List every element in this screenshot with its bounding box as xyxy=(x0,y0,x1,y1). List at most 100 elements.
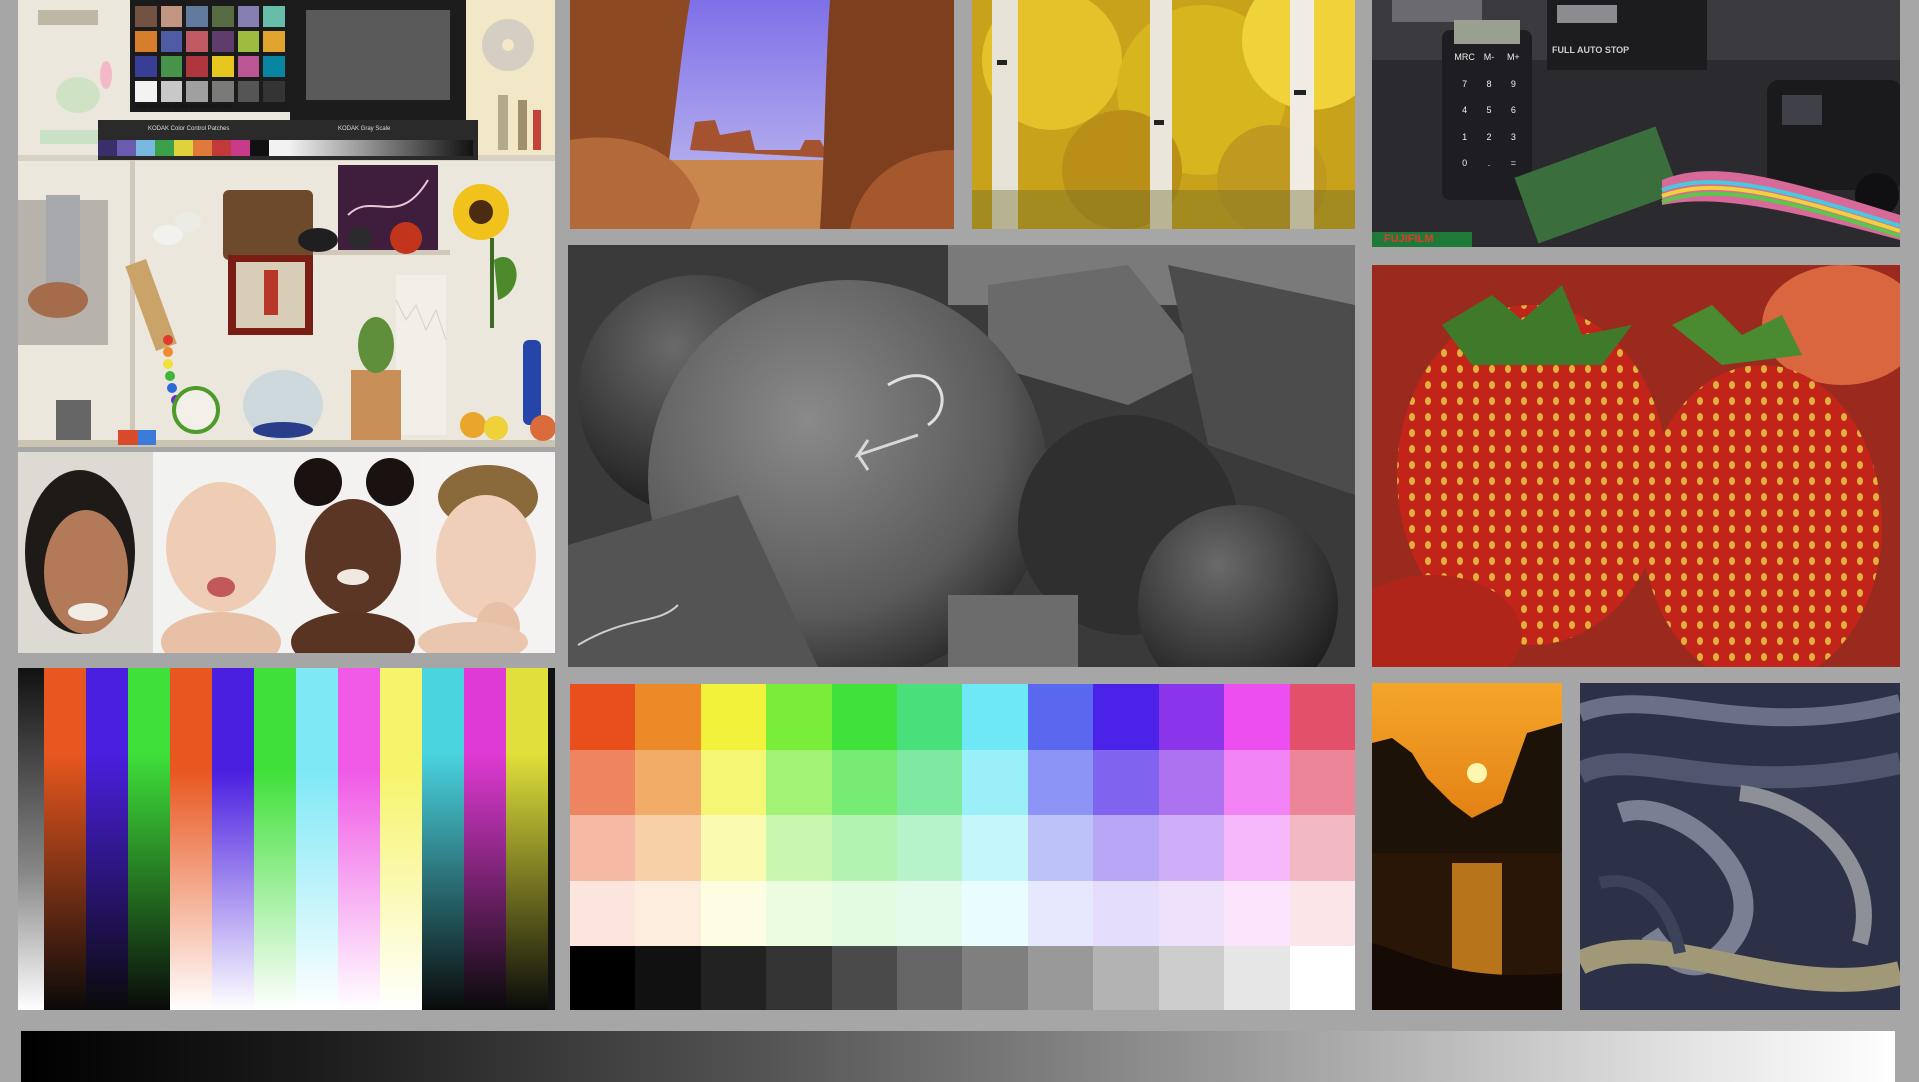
color-control-strip xyxy=(98,140,288,156)
color-bar xyxy=(296,668,338,1010)
colorchecker-patch xyxy=(211,6,234,27)
aspen-forest-photo xyxy=(972,0,1355,229)
color-bar xyxy=(212,668,254,1010)
portraits-photo xyxy=(18,452,555,653)
color-control-patch xyxy=(269,140,288,156)
still-life-photo: ColorChecker Color Rendition Chart KODAK… xyxy=(18,0,555,447)
colorchecker-patch xyxy=(263,81,285,102)
colorchecker-patch xyxy=(186,6,208,27)
color-swatch xyxy=(635,684,701,750)
calculator-key: 0 xyxy=(1462,158,1468,169)
vertical-bars-container xyxy=(18,668,555,1010)
color-control-patch xyxy=(117,140,136,156)
color-swatch xyxy=(1224,684,1290,750)
color-control-patch xyxy=(98,140,117,156)
color-swatch xyxy=(897,684,963,750)
color-swatch xyxy=(570,880,636,946)
color-swatch xyxy=(1158,880,1225,946)
colorchecker-patch xyxy=(263,6,285,27)
fujifilm-logo: FUJIFILM xyxy=(1384,233,1434,245)
calculator-keypad: MRC M- M+ 7 8 9 4 5 6 1 2 3 0. = xyxy=(1454,52,1524,182)
color-swatch xyxy=(1093,749,1159,815)
gray-swatch xyxy=(1093,946,1159,1010)
color-swatch xyxy=(1224,815,1290,881)
calculator-key: M- xyxy=(1483,52,1495,62)
color-control-patch xyxy=(155,140,174,156)
calculator-key: 5 xyxy=(1486,105,1492,116)
calculator-key: 9 xyxy=(1510,78,1516,89)
color-control-caption: KODAK Color Control Patches xyxy=(148,126,230,132)
colorchecker-patch xyxy=(237,31,260,52)
calculator-key: M+ xyxy=(1506,52,1520,62)
color-swatch xyxy=(831,749,898,815)
color-swatch xyxy=(1158,815,1225,881)
swatch-cells xyxy=(570,684,1355,946)
gray-swatch xyxy=(831,946,898,1010)
gray-swatch xyxy=(897,946,963,1010)
calculator-key: 2 xyxy=(1486,131,1492,142)
color-control-patch xyxy=(174,140,193,156)
colorchecker-patch xyxy=(237,56,260,77)
colorchecker-patch xyxy=(160,31,183,52)
color-swatch xyxy=(831,880,898,946)
desert-arch-illustration xyxy=(570,0,954,229)
colorchecker-patch xyxy=(237,6,260,27)
color-swatch xyxy=(1158,684,1225,750)
color-swatch xyxy=(1289,749,1355,815)
color-bar xyxy=(18,668,44,1010)
color-swatch xyxy=(897,749,963,815)
color-swatch xyxy=(700,880,767,946)
color-swatch xyxy=(1224,749,1290,815)
color-swatch xyxy=(831,815,898,881)
colorchecker-patch xyxy=(135,81,157,102)
electronics-photo: MRC M- M+ 7 8 9 4 5 6 1 2 3 0. = FULL AUTO STOP FUJIF… xyxy=(1372,0,1900,247)
color-bar xyxy=(422,668,464,1010)
color-control-patch xyxy=(212,140,231,156)
gray-swatch xyxy=(1224,946,1290,1010)
colorchecker-patch xyxy=(160,56,183,77)
color-swatch xyxy=(1027,684,1094,750)
color-swatch xyxy=(962,880,1028,946)
colorchecker-patch xyxy=(160,6,183,27)
color-swatch xyxy=(700,684,767,750)
colorchecker-patch xyxy=(263,56,285,77)
color-swatch xyxy=(766,749,832,815)
sunset-illustration xyxy=(1372,683,1562,1010)
color-swatch xyxy=(897,880,963,946)
colorchecker-patch xyxy=(263,31,285,52)
color-swatch xyxy=(570,815,636,881)
desert-arch-photo xyxy=(570,0,954,229)
color-swatch xyxy=(570,749,636,815)
gray-scale-caption: KODAK Gray Scale xyxy=(338,126,391,132)
color-bar xyxy=(464,668,506,1010)
gray-swatch xyxy=(1027,946,1094,1010)
color-swatch xyxy=(700,815,767,881)
calculator-key: 1 xyxy=(1462,131,1468,142)
sunset-photo xyxy=(1372,683,1562,1010)
strawberries-illustration xyxy=(1372,265,1900,667)
gray-swatch xyxy=(1289,946,1355,1010)
aspen-forest-illustration xyxy=(972,0,1355,229)
color-bar xyxy=(380,668,422,1010)
calculator-key: . xyxy=(1487,158,1491,169)
colorchecker-patch xyxy=(186,31,208,52)
color-swatch xyxy=(1224,880,1290,946)
color-swatch xyxy=(1158,749,1225,815)
color-swatch xyxy=(962,815,1028,881)
color-swatch xyxy=(1289,880,1355,946)
still-life-illustration xyxy=(18,0,555,447)
electronics-illustration xyxy=(1372,0,1900,247)
grayscale-spheres-illustration xyxy=(568,245,1355,667)
color-swatch xyxy=(1289,684,1355,750)
color-control-patch xyxy=(136,140,155,156)
color-swatch xyxy=(766,684,832,750)
camera-text: FULL AUTO STOP xyxy=(1552,45,1630,55)
colorchecker-patch xyxy=(211,81,234,102)
colorchecker-chart xyxy=(135,6,285,102)
gray-swatch xyxy=(962,946,1028,1010)
color-swatch xyxy=(766,815,832,881)
color-bar xyxy=(506,668,548,1010)
vertical-color-bars xyxy=(18,668,555,1010)
colorchecker-patch xyxy=(135,56,157,77)
colorchecker-patch xyxy=(186,56,208,77)
